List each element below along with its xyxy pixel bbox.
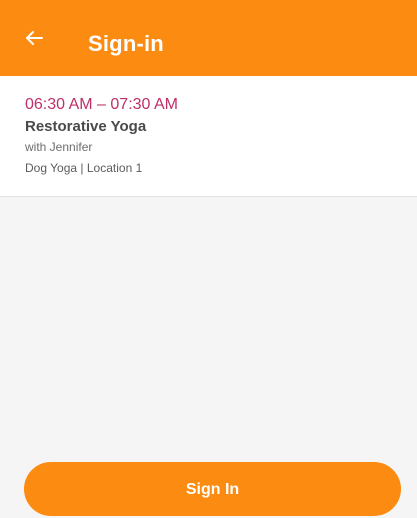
page-title: Sign-in <box>88 31 164 56</box>
studio-location-line: Dog Yoga | Location 1 <box>25 160 142 176</box>
class-session-card[interactable]: 06:30 AM – 07:30 AM Restorative Yoga wit… <box>0 76 417 197</box>
location-separator: | <box>80 161 84 175</box>
sign-in-button[interactable]: Sign In <box>24 462 401 516</box>
studio-name: Dog Yoga <box>25 161 78 175</box>
class-name: Restorative Yoga <box>25 118 147 135</box>
session-time: 06:30 AM – 07:30 AM <box>25 96 178 113</box>
arrow-left-icon <box>26 31 43 45</box>
location-name: Location 1 <box>86 161 143 175</box>
instructor-name: with Jennifer <box>25 140 93 154</box>
app-header: Sign-in <box>0 0 417 76</box>
back-button[interactable] <box>22 26 46 50</box>
